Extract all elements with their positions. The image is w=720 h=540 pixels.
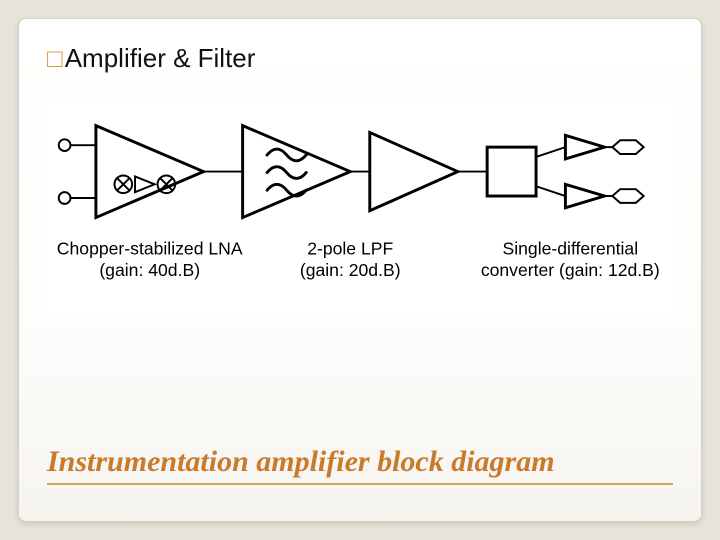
label-lna-gain: (gain: 40d.B) bbox=[99, 260, 200, 280]
label-lna-name: Chopper-stabilized LNA bbox=[57, 239, 243, 259]
slide-title-row: □Amplifier & Filter bbox=[47, 43, 673, 74]
diagram-container: Chopper-stabilized LNA (gain: 40d.B) 2-p… bbox=[47, 104, 673, 313]
label-lpf-gain: (gain: 20d.B) bbox=[300, 260, 401, 280]
label-conv-name: Single-differential bbox=[502, 239, 638, 259]
bullet-icon: □ bbox=[47, 43, 63, 73]
slide-card: □Amplifier & Filter bbox=[18, 18, 702, 522]
block-lpf bbox=[243, 126, 488, 218]
slide-background: □Amplifier & Filter bbox=[0, 0, 720, 540]
block-diagram: Chopper-stabilized LNA (gain: 40d.B) 2-p… bbox=[47, 108, 673, 313]
block-converter bbox=[487, 135, 644, 207]
slide-subtitle: Instrumentation amplifier block diagram bbox=[47, 445, 673, 486]
block-lna bbox=[59, 126, 243, 218]
slide-title: Amplifier & Filter bbox=[65, 43, 256, 73]
label-lpf-name: 2-pole LPF bbox=[307, 239, 393, 259]
label-conv-gain: converter (gain: 12d.B) bbox=[481, 260, 660, 280]
